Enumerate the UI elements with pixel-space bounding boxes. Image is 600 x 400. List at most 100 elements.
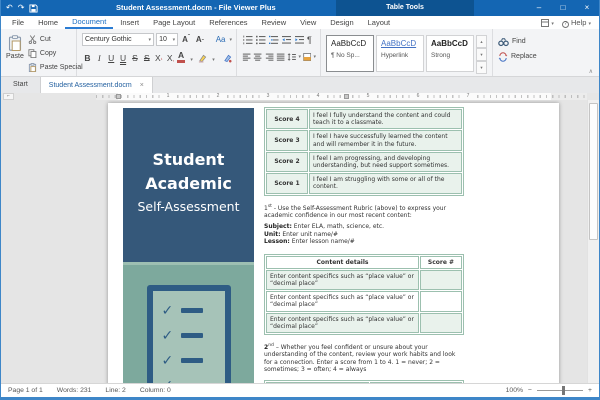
clear-formatting-icon[interactable]: [223, 53, 232, 63]
change-case-icon[interactable]: Aa: [214, 35, 228, 44]
italic-icon[interactable]: I: [94, 53, 105, 63]
score-entry-cell[interactable]: [420, 312, 462, 334]
styles-scroll-down-icon[interactable]: ▾: [476, 48, 487, 61]
tab-page-layout[interactable]: Page Layout: [146, 16, 202, 29]
zoom-slider-thumb[interactable]: [562, 386, 566, 395]
score-cell: Score 3: [266, 130, 308, 151]
scrollbar-thumb[interactable]: [589, 103, 598, 240]
maximize-icon[interactable]: □: [551, 0, 575, 16]
paste-button[interactable]: Paste: [6, 33, 24, 74]
font-family-select[interactable]: Century Gothic ▾: [82, 33, 155, 46]
double-strikethrough-icon[interactable]: S: [141, 53, 152, 63]
paste-special-icon: [28, 63, 37, 72]
sidebar-title-block: Student Academic Self-Assessment: [123, 108, 254, 262]
line-spacing-icon[interactable]: [287, 52, 297, 62]
superscript-icon[interactable]: X: [153, 53, 164, 63]
start-tab[interactable]: Start: [1, 77, 40, 93]
tab-home[interactable]: Home: [31, 16, 65, 29]
decrease-indent-icon[interactable]: [281, 35, 292, 45]
style-preview: AaBbCcD: [431, 39, 468, 48]
vertical-scrollbar[interactable]: [587, 100, 599, 383]
bullet-list-icon[interactable]: [255, 35, 266, 45]
underline-icon[interactable]: U: [106, 53, 117, 63]
styles-gallery-more-icon[interactable]: ▾: [476, 61, 487, 74]
help-button[interactable]: ? Help ▾: [561, 18, 591, 28]
align-left-icon[interactable]: [242, 52, 251, 62]
document-page[interactable]: Student Academic Self-Assessment ✓ ✓ ✓ ✓: [108, 103, 559, 383]
subscript-icon[interactable]: X: [165, 53, 176, 63]
strikethrough-icon[interactable]: S: [130, 53, 141, 63]
checkmark-icon: ✓: [161, 327, 174, 344]
zoom-slider[interactable]: [537, 386, 584, 395]
ruler-number: 4: [313, 93, 323, 100]
align-right-icon[interactable]: [265, 52, 274, 62]
font-color-icon[interactable]: A: [177, 51, 186, 63]
copy-button[interactable]: Copy: [28, 47, 83, 60]
table-row: Score 3 I feel I have successfully learn…: [266, 130, 462, 151]
line-indicator: Line: 2: [105, 387, 126, 394]
status-bar: Page 1 of 1 Words: 231 Line: 2 Column: 0…: [1, 383, 599, 397]
lesson-value: Enter lesson name/#: [289, 238, 355, 246]
style-hyperlink[interactable]: AaBbCcD Hyperlink: [376, 35, 424, 72]
multilevel-list-icon[interactable]: [268, 35, 279, 45]
tab-document[interactable]: Document: [65, 16, 114, 29]
double-underline-icon[interactable]: U: [118, 53, 129, 63]
column-indicator: Column: 0: [139, 387, 171, 394]
justify-icon[interactable]: [276, 52, 285, 62]
minimize-icon[interactable]: –: [527, 0, 551, 16]
collapse-ribbon-icon[interactable]: ∧: [589, 68, 593, 75]
paste-special-button[interactable]: Paste Special: [28, 61, 83, 74]
tab-insert[interactable]: Insert: [113, 16, 146, 29]
font-size-select[interactable]: 10 ▾: [156, 33, 179, 46]
instruction-2: 2nd – Whether you feel confident or unsu…: [264, 342, 462, 374]
page-indicator: Page 1 of 1: [8, 387, 43, 394]
score-cell: Score 2: [266, 151, 308, 173]
window-title: Student Assessment.docm - File Viewer Pl…: [116, 3, 276, 12]
sidebar-title-line1: Student: [152, 150, 225, 169]
close-tab-icon[interactable]: ×: [140, 82, 144, 89]
numbered-list-icon[interactable]: [242, 35, 253, 45]
undo-icon[interactable]: ↶: [6, 0, 13, 16]
replace-button[interactable]: Replace: [498, 50, 545, 63]
score-entry-cell[interactable]: [420, 269, 462, 291]
close-icon[interactable]: ×: [575, 0, 599, 16]
table-row: Score 2 I feel I am progressing, and dev…: [266, 151, 462, 173]
tab-references[interactable]: References: [202, 16, 254, 29]
shrink-font-icon[interactable]: A: [194, 35, 206, 44]
indent-marker[interactable]: [344, 94, 349, 99]
tab-view[interactable]: View: [293, 16, 323, 29]
ribbon-display-options-button[interactable]: ▾: [541, 18, 554, 27]
tab-file[interactable]: File: [5, 16, 31, 29]
find-button[interactable]: Find: [498, 35, 545, 48]
indent-marker[interactable]: [116, 94, 121, 99]
styles-scroll-up-icon[interactable]: ▴: [476, 35, 487, 48]
save-icon[interactable]: [29, 3, 38, 13]
score-entry-cell[interactable]: [420, 291, 462, 312]
tab-design[interactable]: Design: [323, 16, 360, 29]
grow-font-icon[interactable]: A: [180, 35, 192, 44]
sidebar-subtitle: Self-Assessment: [137, 199, 240, 214]
show-formatting-marks-icon[interactable]: ¶: [307, 35, 312, 45]
score-cell: Score 1: [266, 173, 308, 194]
bold-icon[interactable]: B: [82, 53, 93, 63]
zoom-out-icon[interactable]: −: [528, 387, 532, 394]
dropdown-caret-icon: ▾: [172, 36, 176, 43]
tab-stop-selector[interactable]: ⌐: [3, 93, 14, 100]
tab-review[interactable]: Review: [255, 16, 294, 29]
replace-label: Replace: [511, 53, 537, 60]
tab-layout[interactable]: Layout: [361, 16, 398, 29]
style-strong[interactable]: AaBbCcD Strong: [426, 35, 474, 72]
text-highlight-icon[interactable]: [198, 53, 207, 63]
title-bar: ↶ ↷ Student Assessment.docm - File Viewe…: [1, 0, 599, 16]
shading-icon[interactable]: [303, 52, 312, 62]
zoom-in-icon[interactable]: +: [588, 387, 592, 394]
description-cell: I feel I am progressing, and developing …: [309, 151, 462, 173]
cut-button[interactable]: Cut: [28, 33, 83, 46]
document-tab[interactable]: Student Assessment.docm ×: [39, 77, 153, 93]
style-no-spacing[interactable]: AaBbCcD ¶ No Sp...: [326, 35, 374, 72]
align-center-icon[interactable]: [253, 52, 262, 62]
instruction-1: 1st - Use the Self-Assessment Rubric (ab…: [264, 203, 462, 220]
increase-indent-icon[interactable]: [294, 35, 305, 45]
menu-right-controls: ▾ ? Help ▾: [541, 16, 599, 29]
redo-icon[interactable]: ↷: [18, 0, 25, 16]
